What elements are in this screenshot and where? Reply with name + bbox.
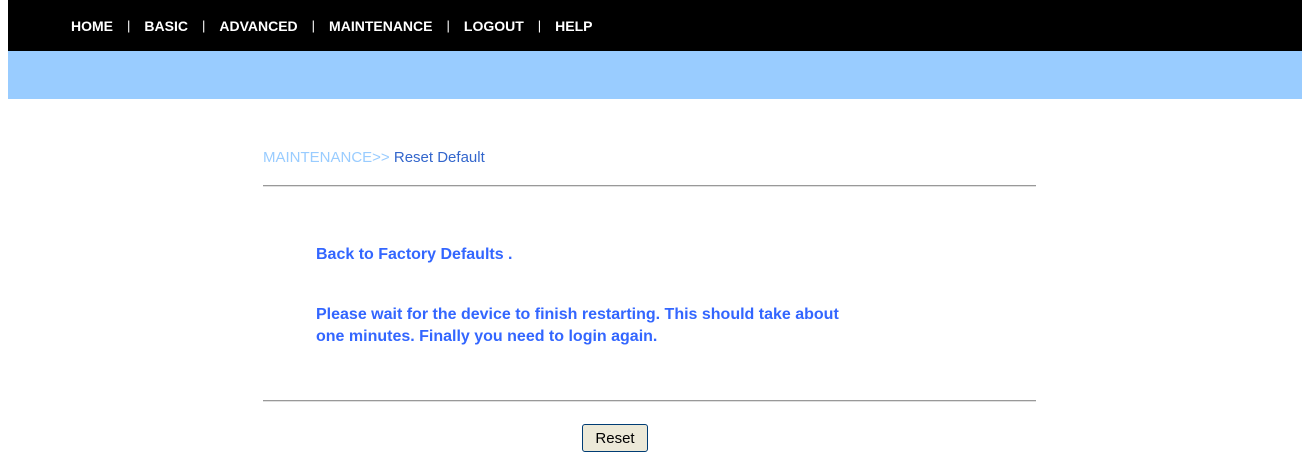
nav-advanced-link[interactable]: ADVANCED: [219, 18, 297, 34]
nav-separator: |: [537, 18, 542, 33]
nav-separator: |: [311, 18, 316, 33]
breadcrumb-section: MAINTENANCE>>: [263, 149, 390, 166]
nav-home-link[interactable]: HOME: [71, 18, 113, 34]
reset-title: Back to Factory Defaults .: [316, 246, 513, 263]
bottom-divider: [263, 400, 1036, 402]
reset-message: Please wait for the device to finish res…: [316, 306, 839, 345]
top-divider: [263, 185, 1036, 187]
nav-maintenance-link[interactable]: MAINTENANCE: [329, 18, 432, 34]
nav-separator: |: [201, 18, 206, 33]
nav-separator: |: [127, 18, 131, 33]
nav-basic-link[interactable]: BASIC: [144, 18, 188, 34]
reset-button[interactable]: Reset: [582, 424, 648, 452]
breadcrumb-page: Reset Default: [389, 149, 485, 166]
nav-help-link[interactable]: HELP: [555, 18, 592, 34]
nav-separator: |: [446, 18, 450, 33]
sub-header-bar: [8, 51, 1302, 99]
top-nav-bar: HOME | BASIC | ADVANCED | MAINTENANCE | …: [8, 0, 1302, 51]
breadcrumb: MAINTENANCE>> Reset Default: [263, 149, 485, 166]
nav-logout-link[interactable]: LOGOUT: [464, 18, 524, 34]
